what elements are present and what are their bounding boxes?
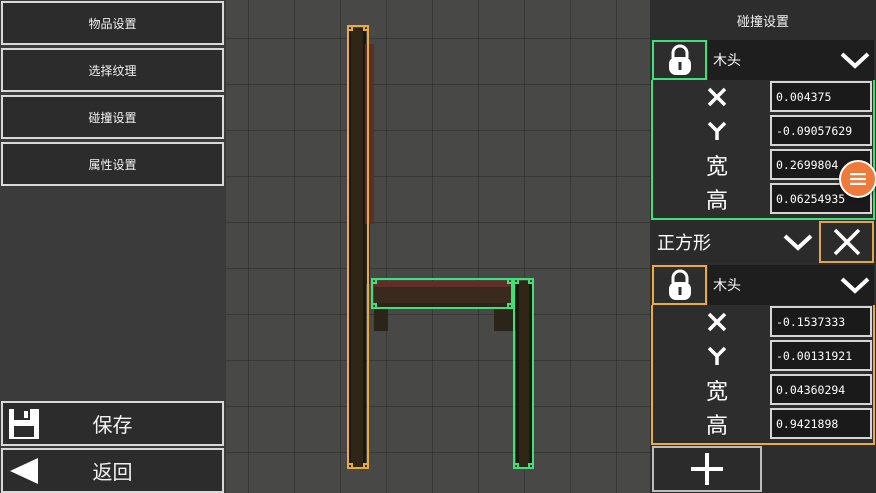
x-axis-icon (689, 80, 745, 114)
collider-2-shape-value: 正方形 (657, 233, 711, 254)
item-settings-label: 物品设置 (88, 16, 137, 31)
collider-handle[interactable] (371, 278, 377, 284)
lock-icon (668, 44, 691, 75)
select-texture-label: 选择纹理 (88, 63, 137, 78)
collider-handle[interactable] (347, 25, 353, 31)
save-label: 保存 (92, 413, 133, 437)
collider-outline-leg[interactable] (513, 278, 534, 469)
back-label: 返回 (92, 460, 133, 484)
y-axis-icon (689, 339, 745, 373)
chevron-down-icon (783, 234, 813, 251)
collider-2-y-row: -0.00131921 (653, 339, 876, 373)
panel-title: 碰撞设置 (736, 14, 789, 30)
collider-1-x-input[interactable]: 0.004375 (770, 81, 872, 112)
select-texture-button[interactable]: 选择纹理 (1, 48, 224, 92)
collider-handle[interactable] (528, 278, 534, 284)
back-button[interactable]: 返回 (1, 448, 224, 493)
property-settings-label: 属性设置 (88, 157, 137, 172)
left-menu-panel: 物品设置 选择纹理 碰撞设置 属性设置 保存 返回 (0, 0, 226, 493)
height-label: 高 (705, 414, 728, 439)
height-label: 高 (705, 189, 728, 214)
chevron-down-icon (840, 52, 870, 69)
item-settings-button[interactable]: 物品设置 (1, 1, 224, 45)
x-axis-icon (689, 305, 745, 339)
width-label: 宽 (705, 380, 728, 405)
collider-2-properties: -0.1537333 -0.00131921 宽 0.04360294 高 0.… (651, 305, 875, 445)
collider-2-material-select[interactable]: 木头 (708, 265, 874, 305)
chevron-down-icon (840, 277, 870, 294)
collider-handle[interactable] (513, 278, 519, 284)
collider-handle[interactable] (347, 463, 353, 469)
collider-handle[interactable] (528, 463, 534, 469)
close-icon (833, 228, 860, 256)
lock-icon (668, 269, 691, 300)
collider-1-y-input[interactable]: -0.09057629 (770, 115, 872, 146)
collider-handle[interactable] (371, 303, 377, 309)
collider-2-height-input[interactable]: 0.9421898 (770, 408, 872, 439)
collider-2-width-input[interactable]: 0.04360294 (770, 374, 872, 405)
collider-handle[interactable] (363, 463, 369, 469)
collider-2-x-row: -0.1537333 (653, 305, 876, 339)
collider-outline-seat[interactable] (371, 278, 513, 309)
collider-1-properties: 0.004375 -0.09057629 宽 0.2699804 高 0.062… (651, 80, 876, 220)
plus-icon (691, 453, 723, 485)
collider-handle[interactable] (363, 25, 369, 31)
collision-settings-button[interactable]: 碰撞设置 (1, 95, 224, 139)
chair-seat-underside (374, 309, 388, 331)
collider-2-y-input[interactable]: -0.00131921 (770, 340, 872, 371)
save-button[interactable]: 保存 (1, 401, 224, 446)
collider-2-shape-select[interactable]: 正方形 (652, 221, 817, 263)
collider-handle[interactable] (513, 463, 519, 469)
menu-fab-button[interactable] (839, 160, 876, 198)
collider-1-material-value: 木头 (713, 53, 741, 69)
add-collider-button[interactable] (652, 446, 762, 492)
collision-settings-panel: 碰撞设置 木头 0.004375 -0.09057629 宽 0.2699804… (650, 0, 876, 493)
collider-1-y-row: -0.09057629 (653, 114, 876, 148)
collider-1-x-row: 0.004375 (653, 80, 876, 114)
collision-settings-label: 碰撞设置 (88, 110, 137, 125)
collider-2-lock-button[interactable] (652, 265, 707, 305)
collider-outline-back[interactable] (347, 25, 369, 469)
collider-2-material-value: 木头 (713, 278, 741, 294)
collider-2-height-row: 高 0.9421898 (653, 407, 876, 441)
collider-1-material-select[interactable]: 木头 (708, 40, 874, 80)
collider-2-width-row: 宽 0.04360294 (653, 373, 876, 407)
width-label: 宽 (705, 155, 728, 180)
collider-2-delete-button[interactable] (819, 221, 874, 263)
property-settings-button[interactable]: 属性设置 (1, 142, 224, 186)
y-axis-icon (689, 114, 745, 148)
collider-2-x-input[interactable]: -0.1537333 (770, 306, 872, 337)
editor-canvas[interactable] (226, 0, 650, 493)
hamburger-icon (850, 173, 866, 185)
collider-1-lock-button[interactable] (652, 40, 707, 80)
